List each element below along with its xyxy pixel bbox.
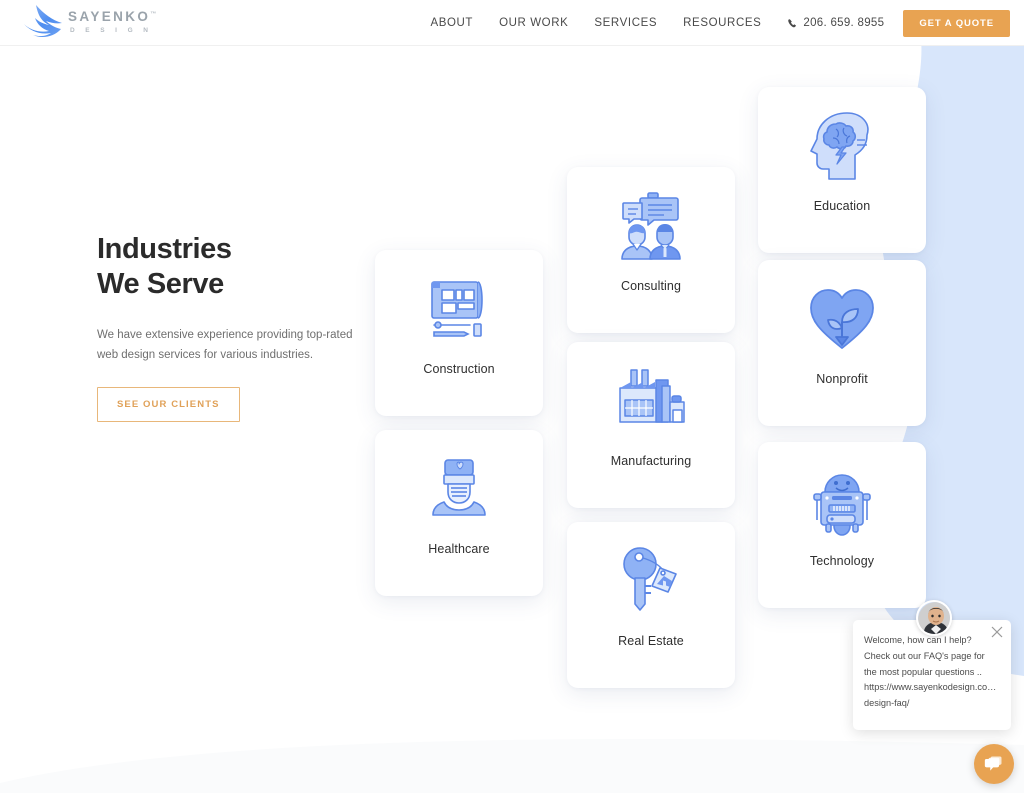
logo-text: SAYENKO™ D E S I G N — [68, 10, 159, 34]
industry-card-label: Consulting — [620, 279, 682, 293]
industry-card-label: Healthcare — [428, 542, 490, 556]
head-brain-icon — [803, 107, 881, 185]
page-title: Industries We Serve — [97, 232, 372, 303]
page-title-line2: We Serve — [97, 268, 224, 301]
logo-trademark: ™ — [150, 11, 159, 18]
industry-card-label: Manufacturing — [610, 454, 692, 468]
chat-bubbles-icon — [984, 756, 1002, 771]
close-icon[interactable] — [991, 626, 1003, 638]
intro-block: Industries We Serve We have extensive ex… — [97, 232, 372, 422]
bottom-curve-decoration — [0, 739, 1024, 793]
industry-card-label: Real Estate — [618, 634, 684, 648]
industry-card-label: Education — [813, 199, 871, 213]
nav-item-services[interactable]: SERVICES — [581, 17, 670, 29]
people-chat-icon — [612, 187, 690, 265]
chat-message-line: Check out our FAQ's page for — [864, 650, 985, 661]
heart-sprout-icon — [803, 280, 881, 358]
page-title-line1: Industries — [97, 233, 232, 265]
see-our-clients-button[interactable]: SEE OUR CLIENTS — [97, 387, 240, 422]
get-a-quote-button[interactable]: GET A QUOTE — [903, 9, 1010, 37]
nav-item-about[interactable]: ABOUT — [417, 17, 486, 29]
key-house-tag-icon — [612, 542, 690, 620]
chat-welcome-panel: Welcome, how can I help? Check out our F… — [853, 620, 1011, 730]
swoosh-logo-icon — [24, 5, 62, 37]
industry-card-real-estate[interactable]: Real Estate — [567, 522, 735, 688]
phone-icon — [788, 18, 797, 27]
doctor-icon — [420, 450, 498, 528]
robot-icon — [803, 462, 881, 540]
phone-link[interactable]: 206. 659. 8955 — [774, 17, 897, 29]
industry-card-consulting[interactable]: Consulting — [567, 167, 735, 333]
nav-item-resources[interactable]: RESOURCES — [670, 17, 774, 29]
page-root: SAYENKO™ D E S I G N ABOUT OUR WORK SERV… — [0, 0, 1024, 793]
site-header: SAYENKO™ D E S I G N ABOUT OUR WORK SERV… — [0, 0, 1024, 46]
chat-message-line: the most popular questions .. — [864, 666, 982, 677]
chat-message-link[interactable]: https://www.sayenkodesign.co… — [864, 680, 1000, 696]
main-navigation: ABOUT OUR WORK SERVICES RESOURCES 206. 6… — [417, 0, 1010, 46]
industry-card-label: Technology — [809, 554, 875, 568]
chat-launcher-button[interactable] — [974, 744, 1014, 784]
industry-card-education[interactable]: Education — [758, 87, 926, 253]
logo-subtitle: D E S I G N — [70, 26, 153, 34]
agent-avatar — [916, 600, 952, 636]
chat-message: Welcome, how can I help? Check out our F… — [864, 633, 1000, 712]
industry-card-manufacturing[interactable]: Manufacturing — [567, 342, 735, 508]
industry-card-technology[interactable]: Technology — [758, 442, 926, 608]
nav-item-our-work[interactable]: OUR WORK — [486, 17, 581, 29]
logo[interactable]: SAYENKO™ D E S I G N — [18, 2, 159, 42]
industry-card-healthcare[interactable]: Healthcare — [375, 430, 543, 596]
blueprint-icon — [420, 270, 498, 348]
industry-card-construction[interactable]: Construction — [375, 250, 543, 416]
industry-card-nonprofit[interactable]: Nonprofit — [758, 260, 926, 426]
intro-paragraph: We have extensive experience providing t… — [97, 328, 353, 361]
logo-title: SAYENKO™ — [68, 9, 159, 24]
chat-message-link-cont[interactable]: design-faq/ — [864, 696, 1000, 712]
phone-number: 206. 659. 8955 — [803, 17, 885, 29]
industry-card-label: Nonprofit — [816, 372, 868, 386]
industry-card-label: Construction — [423, 362, 495, 376]
factory-icon — [612, 362, 690, 440]
